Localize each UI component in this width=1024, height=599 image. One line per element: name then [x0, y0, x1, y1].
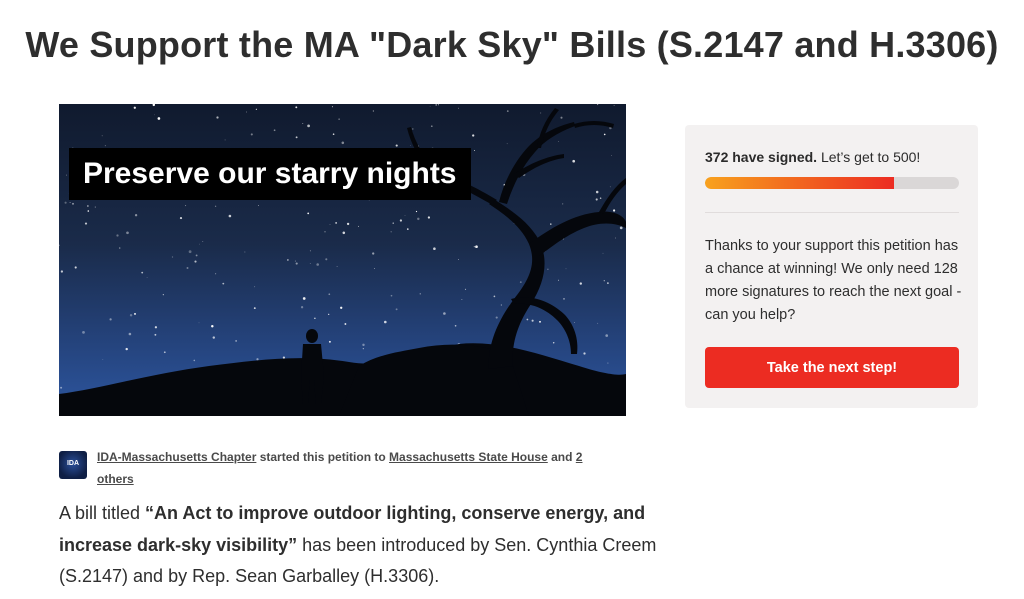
petition-starter-line: IDA-Massachusetts Chapter started this p…: [97, 446, 617, 490]
signature-progress-bar: [705, 177, 959, 189]
and-text: and: [547, 450, 576, 464]
signature-card: 372 have signed. Let’s get to 500! Thank…: [685, 125, 978, 408]
goal-text: Let’s get to 500!: [817, 149, 921, 165]
petition-hero-image: Preserve our starry nights: [59, 104, 626, 416]
signed-count: 372 have signed.: [705, 149, 818, 165]
avatar-logo-text: IDA: [66, 460, 80, 467]
card-divider: [705, 212, 959, 213]
take-next-step-button[interactable]: Take the next step!: [705, 347, 959, 388]
target-link[interactable]: Massachusetts State House: [389, 450, 548, 464]
hero-caption: Preserve our starry nights: [69, 148, 471, 200]
page-title: We Support the MA "Dark Sky" Bills (S.21…: [25, 24, 999, 65]
starter-link[interactable]: IDA-Massachusetts Chapter: [97, 450, 256, 464]
author-avatar[interactable]: IDA: [59, 451, 87, 479]
signature-progress-fill: [705, 177, 894, 189]
support-message: Thanks to your support this petition has…: [705, 238, 962, 323]
started-text: started this petition to: [256, 450, 390, 464]
signature-count: 372 have signed. Let’s get to 500!: [705, 149, 920, 165]
body-intro: A bill titled: [59, 503, 146, 523]
petition-body: A bill titled “An Act to improve outdoor…: [59, 498, 679, 593]
